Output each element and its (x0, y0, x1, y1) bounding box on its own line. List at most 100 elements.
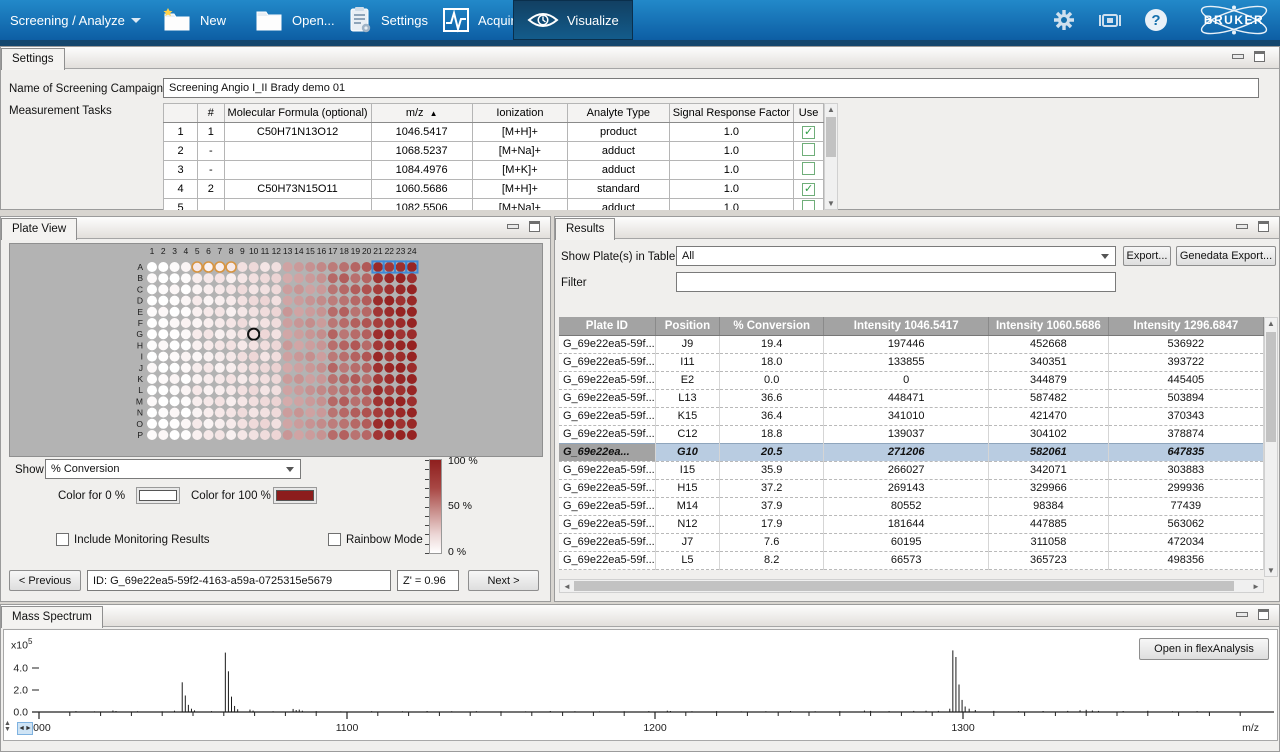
well-O11[interactable] (260, 419, 270, 429)
well-O21[interactable] (373, 419, 383, 429)
well-E9[interactable] (237, 307, 247, 317)
well-N10[interactable] (249, 408, 259, 418)
use-checkbox[interactable]: ✓ (802, 183, 815, 196)
well-B3[interactable] (170, 273, 180, 283)
well-H18[interactable] (339, 340, 349, 350)
well-P1[interactable] (147, 430, 157, 440)
well-F1[interactable] (147, 318, 157, 328)
well-M1[interactable] (147, 396, 157, 406)
well-M9[interactable] (237, 396, 247, 406)
well-I1[interactable] (147, 352, 157, 362)
well-G9[interactable] (237, 329, 247, 339)
well-C3[interactable] (170, 284, 180, 294)
new-button[interactable]: New (148, 0, 240, 40)
well-C15[interactable] (305, 284, 315, 294)
well-I9[interactable] (237, 352, 247, 362)
gear-icon[interactable] (1051, 7, 1077, 33)
well-N16[interactable] (317, 408, 327, 418)
well-L22[interactable] (384, 385, 394, 395)
well-G17[interactable] (328, 329, 338, 339)
well-D12[interactable] (271, 296, 281, 306)
well-B5[interactable] (192, 273, 202, 283)
well-F17[interactable] (328, 318, 338, 328)
well-J17[interactable] (328, 363, 338, 373)
instrument-icon[interactable] (1097, 7, 1123, 33)
well-J8[interactable] (226, 363, 236, 373)
result-row[interactable]: G_69e22ea5-59f...M1437.9805529838477439 (559, 497, 1264, 515)
well-G2[interactable] (158, 329, 168, 339)
well-H21[interactable] (373, 340, 383, 350)
well-N20[interactable] (362, 408, 372, 418)
well-J7[interactable] (215, 363, 225, 373)
result-row[interactable]: G_69e22ea5-59f...H1537.22691433299662999… (559, 479, 1264, 497)
well-A3[interactable] (170, 262, 180, 272)
well-A16[interactable] (317, 262, 327, 272)
well-K20[interactable] (362, 374, 372, 384)
well-P18[interactable] (339, 430, 349, 440)
well-G7[interactable] (215, 329, 225, 339)
well-O12[interactable] (271, 419, 281, 429)
well-M21[interactable] (373, 396, 383, 406)
well-C12[interactable] (271, 284, 281, 294)
well-L5[interactable] (192, 385, 202, 395)
well-I4[interactable] (181, 352, 191, 362)
column-header[interactable]: Position (655, 317, 719, 335)
well-D8[interactable] (226, 296, 236, 306)
settings-button[interactable]: Settings (333, 0, 442, 40)
well-E6[interactable] (204, 307, 214, 317)
well-H19[interactable] (350, 340, 360, 350)
well-M24[interactable] (407, 396, 417, 406)
well-O20[interactable] (362, 419, 372, 429)
well-G8[interactable] (226, 329, 236, 339)
well-K2[interactable] (158, 374, 168, 384)
well-K8[interactable] (226, 374, 236, 384)
result-row[interactable]: G_69e22ea5-59f...I1118.01338553403513937… (559, 353, 1264, 371)
well-G13[interactable] (283, 329, 293, 339)
well-D23[interactable] (396, 296, 406, 306)
well-I21[interactable] (373, 352, 383, 362)
well-O5[interactable] (192, 419, 202, 429)
well-J10[interactable] (249, 363, 259, 373)
well-H22[interactable] (384, 340, 394, 350)
use-checkbox[interactable] (802, 200, 815, 210)
well-I23[interactable] (396, 352, 406, 362)
well-F20[interactable] (362, 318, 372, 328)
well-E23[interactable] (396, 307, 406, 317)
well-A22[interactable] (384, 262, 394, 272)
use-checkbox[interactable]: ✓ (802, 126, 815, 139)
well-J24[interactable] (407, 363, 417, 373)
well-F4[interactable] (181, 318, 191, 328)
well-G18[interactable] (339, 329, 349, 339)
well-A9[interactable] (237, 262, 247, 272)
well-E5[interactable] (192, 307, 202, 317)
well-C5[interactable] (192, 284, 202, 294)
well-B15[interactable] (305, 273, 315, 283)
well-P3[interactable] (170, 430, 180, 440)
well-L11[interactable] (260, 385, 270, 395)
well-H12[interactable] (271, 340, 281, 350)
result-row[interactable]: G_69e22ea5-59f...I1535.92660273420713038… (559, 461, 1264, 479)
well-L17[interactable] (328, 385, 338, 395)
well-K17[interactable] (328, 374, 338, 384)
filter-input[interactable] (676, 272, 1116, 292)
well-I15[interactable] (305, 352, 315, 362)
column-header[interactable]: Molecular Formula (optional) (224, 104, 371, 123)
well-H13[interactable] (283, 340, 293, 350)
well-N17[interactable] (328, 408, 338, 418)
well-H24[interactable] (407, 340, 417, 350)
well-L7[interactable] (215, 385, 225, 395)
column-header[interactable]: Use (794, 104, 824, 123)
well-F7[interactable] (215, 318, 225, 328)
well-H4[interactable] (181, 340, 191, 350)
well-A8[interactable] (226, 262, 236, 272)
rainbow-mode-checkbox[interactable] (328, 533, 341, 546)
well-J21[interactable] (373, 363, 383, 373)
well-G16[interactable] (317, 329, 327, 339)
well-K6[interactable] (204, 374, 214, 384)
well-E22[interactable] (384, 307, 394, 317)
well-C10[interactable] (249, 284, 259, 294)
well-M16[interactable] (317, 396, 327, 406)
well-C19[interactable] (350, 284, 360, 294)
well-A7[interactable] (215, 262, 225, 272)
well-J14[interactable] (294, 363, 304, 373)
